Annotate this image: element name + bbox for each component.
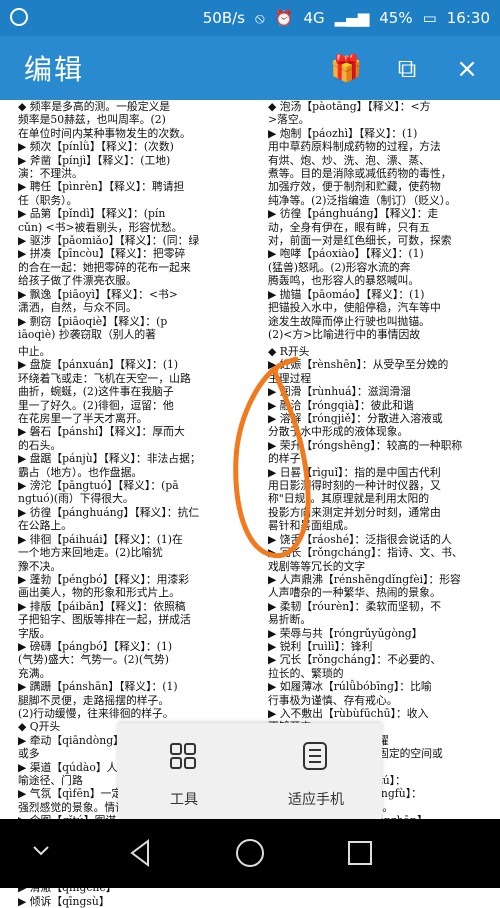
page-1-left-column: ◆ 频率是多高的测。一般定义是 频率是50赫兹，也叫周率。(2) 在单位时间内某…	[18, 100, 200, 341]
network-speed: 50B/s	[202, 9, 245, 27]
back-icon[interactable]	[124, 836, 158, 870]
home-icon[interactable]	[233, 836, 267, 870]
tools-button[interactable]: 工具	[118, 723, 250, 819]
android-navigation-bar	[0, 819, 500, 888]
battery-percent: 45%	[379, 9, 413, 27]
close-icon[interactable]: ×	[452, 54, 482, 84]
alarm-icon: ⏰	[274, 9, 294, 27]
signal-text: 4G	[303, 9, 325, 27]
recent-apps-icon[interactable]	[343, 836, 377, 870]
status-icons: 50B/s ⦸ ⏰ 4G ▂▄▆ 45% ▭ 16:30	[203, 9, 490, 27]
collapse-icon[interactable]	[30, 839, 52, 861]
document-page-1: ◆ 频率是多高的测。一般定义是 频率是50赫兹，也叫周率。(2) 在单位时间内某…	[0, 100, 500, 346]
fit-phone-label: 适应手机	[288, 791, 344, 807]
grid-icon	[170, 743, 196, 769]
app-bar: 编辑 🎁 ⧉ ×	[0, 36, 500, 100]
clock: 16:30	[446, 9, 490, 27]
gift-icon[interactable]: 🎁	[330, 54, 362, 84]
page-title: 编辑	[24, 53, 85, 86]
orange-annotation-scribble	[233, 357, 311, 559]
bottom-floating-toolbar: 工具 适应手机	[118, 723, 382, 819]
copy-icon[interactable]: ⧉	[392, 54, 422, 84]
mute-icon: ⦸	[254, 9, 265, 27]
signal-bars-icon: ▂▄▆	[334, 9, 370, 27]
tools-label: 工具	[170, 791, 198, 807]
status-bar: 50B/s ⦸ ⏰ 4G ▂▄▆ 45% ▭ 16:30	[0, 0, 500, 36]
document-list-icon	[303, 742, 327, 770]
fit-phone-button[interactable]: 适应手机	[250, 723, 382, 819]
status-circle-icon	[10, 8, 28, 26]
page-1-right-column: ◆ 泡汤【pàotāng】【释义】：<方 >落空。 ▶ 炮制【páozhì】【释…	[268, 100, 457, 341]
battery-icon: ▭	[422, 9, 437, 27]
